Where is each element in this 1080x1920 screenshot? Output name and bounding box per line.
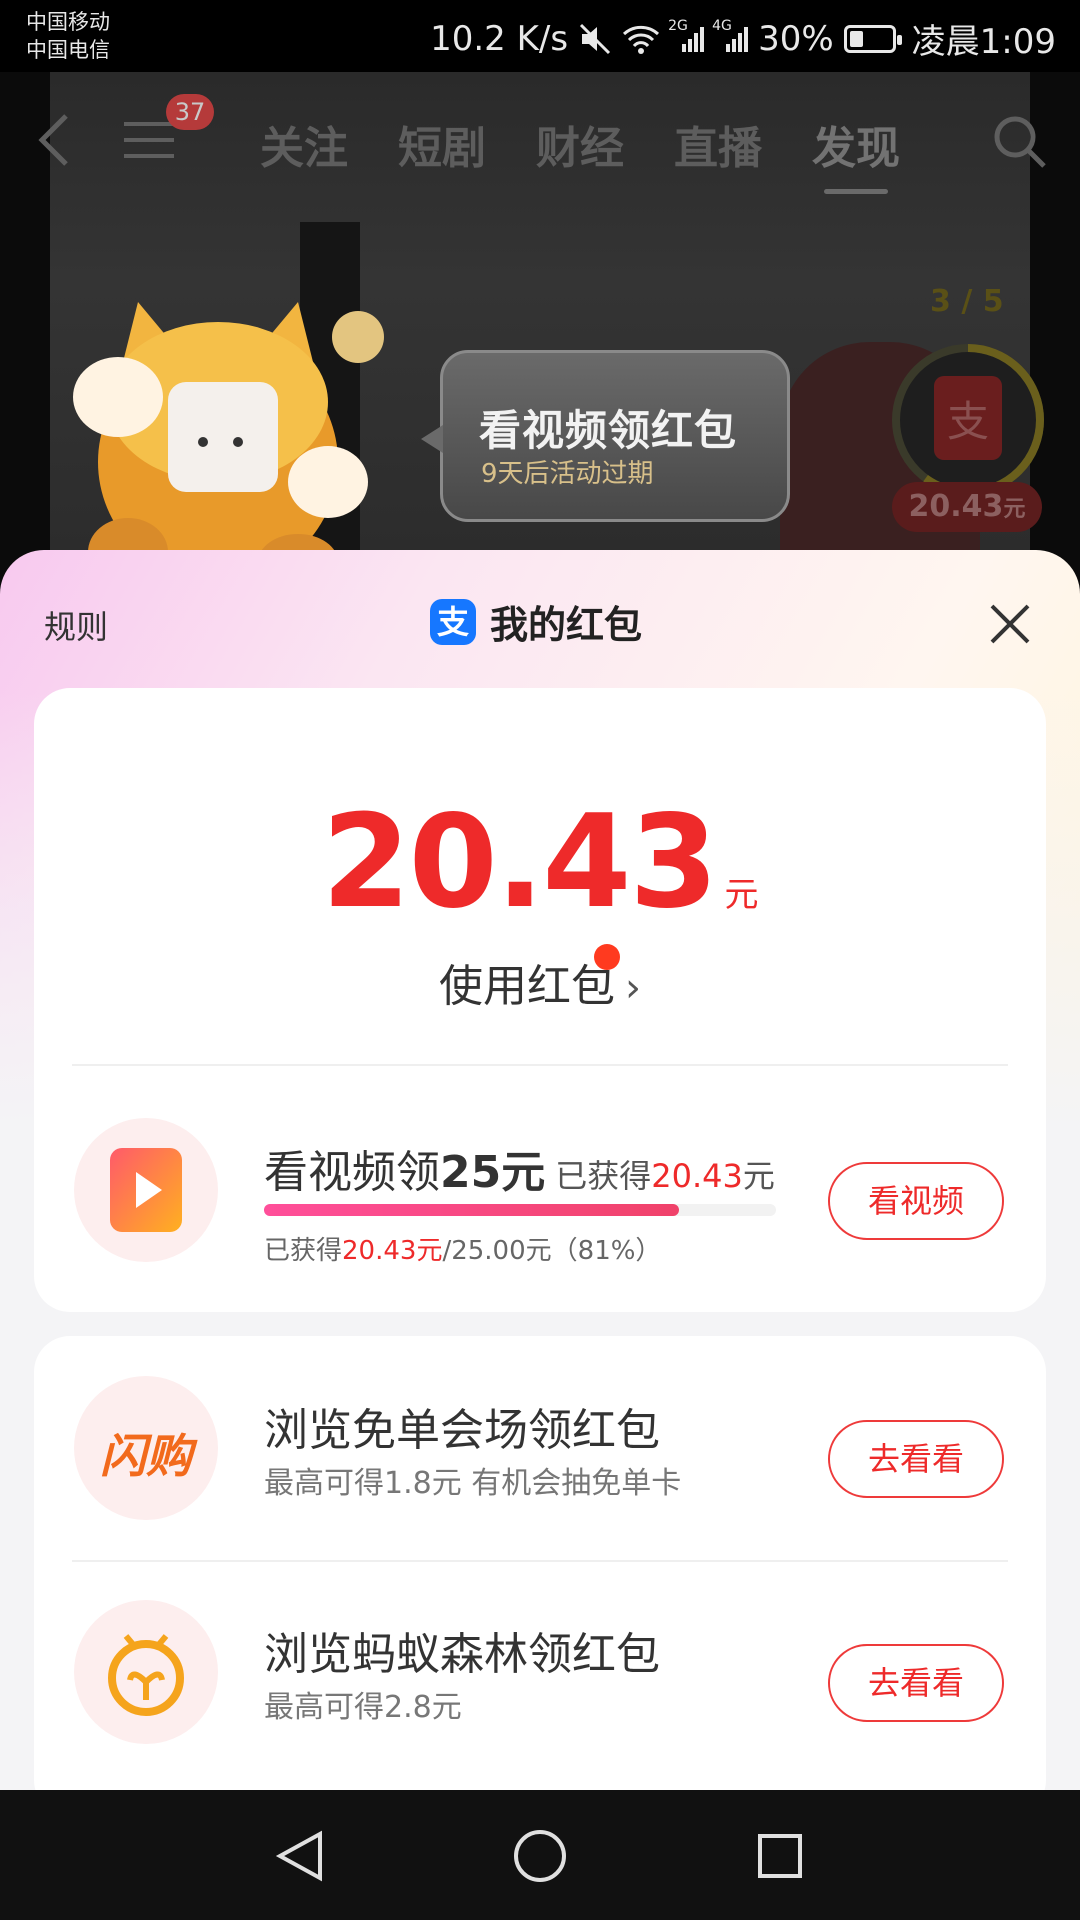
progress-rest: /25.00元（81%） bbox=[442, 1236, 662, 1266]
task-subtitle: 最高可得2.8元 bbox=[264, 1690, 462, 1725]
task-earned-unit: 元 bbox=[742, 1157, 775, 1195]
ring-amount-value: 20.43 bbox=[908, 489, 1004, 524]
progress-value: 20.43元 bbox=[342, 1236, 443, 1266]
task-title-bold: 25元 bbox=[440, 1147, 546, 1198]
task-progress-fill bbox=[264, 1204, 679, 1216]
promo-bubble-expiry: 9天后活动过期 bbox=[481, 459, 654, 489]
task-icon-bg bbox=[74, 1118, 218, 1262]
system-nav-bar bbox=[0, 1790, 1080, 1920]
task-title: 浏览免单会场领红包 bbox=[264, 1405, 660, 1456]
signal-4g-icon: 4G bbox=[712, 18, 749, 54]
ring-amount-unit: 元 bbox=[1003, 497, 1026, 522]
video-background: 37 关注 短剧 财经 直播 发现 看视频领红包 9天后活动过期 3 / 5 支 bbox=[0, 72, 1080, 592]
close-icon[interactable] bbox=[988, 602, 1032, 646]
promo-bubble-title: 看视频领红包 bbox=[479, 406, 738, 455]
red-packet-sheet: 规则 支 我的红包 20.43 元 使用红包 › 看视频领25元 已获得20.4… bbox=[0, 550, 1080, 1790]
task-progress-text: 已获得20.43元/25.00元（81%） bbox=[264, 1230, 661, 1267]
back-triangle-icon[interactable] bbox=[270, 1826, 330, 1886]
balance-amount: 20.43 元 bbox=[34, 788, 1046, 937]
search-icon[interactable] bbox=[990, 112, 1050, 172]
carrier-2: 中国电信 bbox=[26, 38, 110, 62]
wifi-icon bbox=[622, 24, 660, 54]
home-circle-icon[interactable] bbox=[510, 1826, 570, 1886]
battery-percent: 30% bbox=[758, 18, 834, 59]
divider bbox=[72, 1064, 1008, 1066]
tab-follow[interactable]: 关注 bbox=[260, 112, 348, 176]
menu-badge: 37 bbox=[166, 94, 214, 130]
sheet-header: 规则 支 我的红包 bbox=[0, 550, 1080, 690]
tab-live[interactable]: 直播 bbox=[674, 112, 762, 176]
feed-tabs: 关注 短剧 财经 直播 发现 bbox=[260, 112, 900, 194]
ant-forest-icon bbox=[108, 1634, 184, 1716]
net-4g-label: 4G bbox=[712, 17, 732, 34]
red-packet-ring-icon[interactable]: 支 bbox=[888, 340, 1048, 500]
back-icon[interactable] bbox=[34, 110, 74, 170]
net-2g-label: 2G bbox=[668, 17, 688, 34]
task-free-order: 闪购 浏览免单会场领红包 最高可得1.8元 有机会抽免单卡 去看看 bbox=[34, 1336, 1046, 1536]
go-see-button[interactable]: 去看看 bbox=[828, 1420, 1004, 1498]
sheet-title-text: 我的红包 bbox=[490, 603, 643, 647]
carrier-info: 中国移动 中国电信 bbox=[26, 8, 110, 64]
carrier-1: 中国移动 bbox=[26, 10, 110, 34]
tab-discover[interactable]: 发现 bbox=[812, 112, 900, 194]
task-icon-bg bbox=[74, 1600, 218, 1744]
rules-link[interactable]: 规则 bbox=[44, 602, 108, 648]
watch-video-button[interactable]: 看视频 bbox=[828, 1162, 1004, 1240]
task-subtitle: 最高可得1.8元 有机会抽免单卡 bbox=[264, 1466, 682, 1501]
go-see-button[interactable]: 去看看 bbox=[828, 1644, 1004, 1722]
ring-amount: 20.43元 bbox=[892, 482, 1042, 532]
video-play-icon bbox=[110, 1148, 182, 1232]
tab-short-drama[interactable]: 短剧 bbox=[398, 112, 486, 176]
task-earned-prefix: 已获得 bbox=[555, 1157, 652, 1195]
menu-icon[interactable] bbox=[122, 116, 176, 164]
balance-value: 20.43 bbox=[321, 788, 719, 937]
alipay-icon: 支 bbox=[430, 598, 476, 645]
tasks-card: 闪购 浏览免单会场领红包 最高可得1.8元 有机会抽免单卡 去看看 浏览蚂蚁森林… bbox=[34, 1336, 1046, 1790]
balance-card: 20.43 元 使用红包 › 看视频领25元 已获得20.43元 已获得20.4… bbox=[34, 688, 1046, 1312]
task-ant-forest: 浏览蚂蚁森林领红包 最高可得2.8元 去看看 bbox=[34, 1560, 1046, 1760]
chevron-right-icon: › bbox=[625, 965, 641, 1011]
net-speed: 10.2 K/s bbox=[430, 18, 569, 59]
mascot-cat-icon bbox=[73, 302, 384, 590]
notification-dot bbox=[594, 944, 620, 970]
sheet-title: 支 我的红包 bbox=[430, 594, 642, 649]
task-title: 浏览蚂蚁森林领红包 bbox=[264, 1629, 660, 1680]
task-title: 看视频领25元 已获得20.43元 bbox=[264, 1136, 775, 1200]
recents-square-icon[interactable] bbox=[750, 1826, 810, 1886]
flash-buy-icon: 闪购 bbox=[100, 1429, 192, 1483]
status-bar: 中国移动 中国电信 10.2 K/s 2G 4G 30% 凌晨1:09 bbox=[0, 0, 1080, 72]
battery-icon bbox=[843, 24, 902, 53]
clock: 凌晨1:09 bbox=[911, 22, 1056, 62]
status-icons: 10.2 K/s 2G 4G 30% 凌晨1:09 bbox=[430, 14, 1056, 63]
signal-2g-icon: 2G bbox=[668, 18, 705, 54]
tab-finance[interactable]: 财经 bbox=[536, 112, 624, 176]
promo-bubble[interactable]: 看视频领红包 9天后活动过期 bbox=[421, 350, 790, 522]
use-red-packet-link[interactable]: 使用红包 › bbox=[34, 944, 1046, 1014]
balance-unit: 元 bbox=[724, 875, 759, 915]
mute-icon bbox=[578, 22, 612, 56]
task-earned: 已获得20.43元 bbox=[555, 1157, 775, 1195]
use-red-packet-label: 使用红包 bbox=[439, 961, 615, 1012]
progress-prefix: 已获得 bbox=[264, 1236, 343, 1266]
task-title-prefix: 看视频领 bbox=[264, 1147, 440, 1198]
task-progress-bar bbox=[264, 1204, 776, 1216]
top-nav: 37 关注 短剧 财经 直播 发现 bbox=[0, 72, 1080, 202]
task-earned-value: 20.43 bbox=[651, 1157, 743, 1195]
ring-glyph: 支 bbox=[947, 397, 989, 446]
task-icon-bg: 闪购 bbox=[74, 1376, 218, 1520]
task-watch-video: 看视频领25元 已获得20.43元 已获得20.43元/25.00元（81%） 看… bbox=[34, 1078, 1046, 1278]
ring-count: 3 / 5 bbox=[930, 284, 1004, 319]
